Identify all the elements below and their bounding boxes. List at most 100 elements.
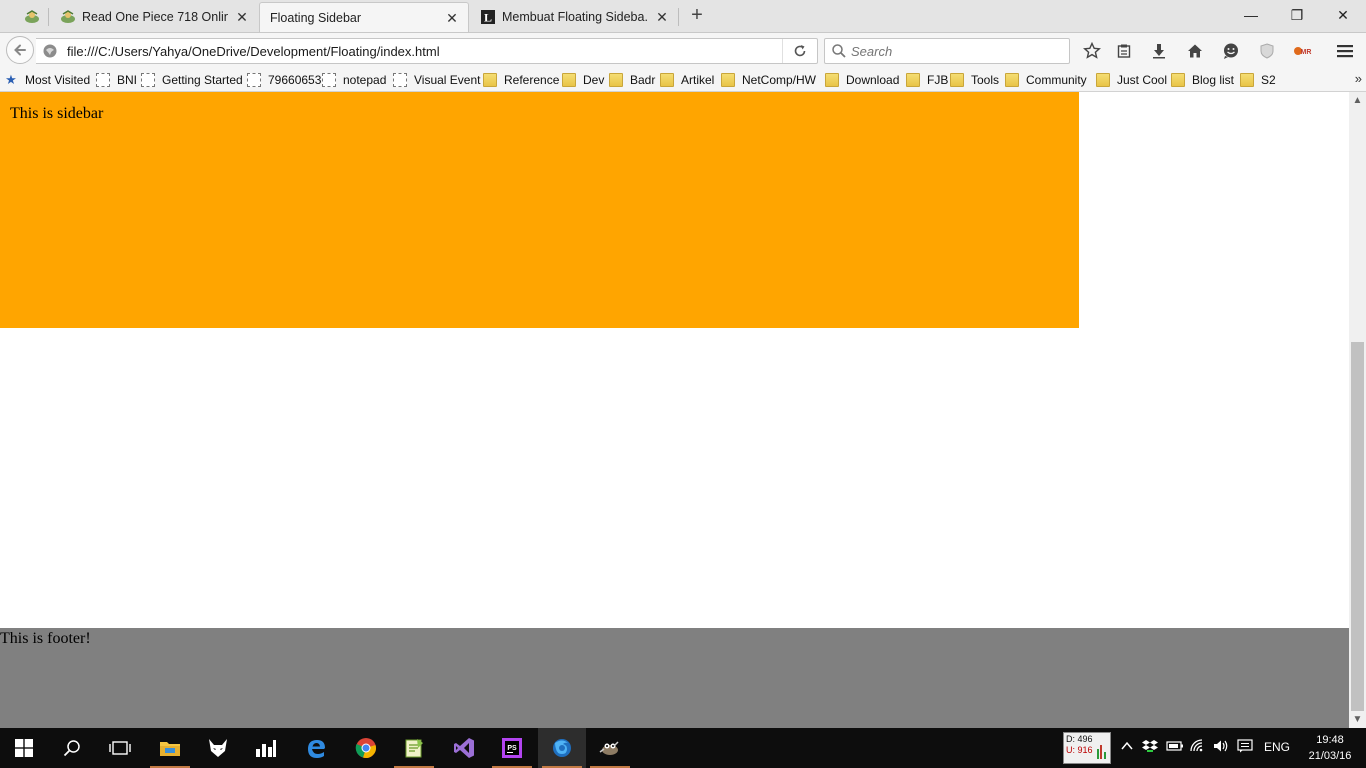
scroll-down-arrow-icon[interactable]: ▼	[1349, 711, 1366, 728]
navigation-toolbar: file:///C:/Users/Yahya/OneDrive/Developm…	[0, 32, 1366, 68]
close-tab-icon[interactable]: ✕	[654, 9, 670, 25]
taskbar-gimp[interactable]	[586, 728, 634, 768]
bookmark-folder-fjb[interactable]: FJB	[906, 72, 948, 88]
tab-label: Floating Sidebar	[270, 10, 362, 25]
show-hidden-icons-chevron-icon[interactable]	[1120, 739, 1134, 756]
bookmark-label: Community	[1026, 73, 1087, 87]
search-bar[interactable]	[824, 38, 1070, 64]
scrollbar-thumb[interactable]	[1351, 342, 1364, 711]
bookmark-notepad[interactable]: notepad	[322, 72, 386, 88]
bookmark-folder-blog-list[interactable]: Blog list	[1171, 72, 1234, 88]
search-input[interactable]	[851, 42, 1061, 60]
bookmark-bni[interactable]: BNI	[96, 72, 137, 88]
bookmark-folder-netcomp[interactable]: NetComp/HW	[721, 72, 816, 88]
bookmark-visual-event[interactable]: Visual Event	[393, 72, 481, 88]
network-graph-icon	[1097, 745, 1106, 759]
addon-badge-icon: MR	[1294, 47, 1311, 56]
notepad-plus-icon	[405, 739, 423, 758]
taskbar-file-explorer[interactable]	[146, 728, 194, 768]
close-tab-icon[interactable]: ✕	[234, 9, 250, 25]
taskbar-fox-app[interactable]	[194, 728, 242, 768]
bookmark-folder-just-cool[interactable]: Just Cool	[1096, 72, 1167, 88]
taskbar-phpstorm[interactable]: PS	[488, 728, 536, 768]
url-text[interactable]: file:///C:/Users/Yahya/OneDrive/Developm…	[67, 44, 440, 59]
search-icon	[63, 740, 80, 757]
site-identity-icon[interactable]	[42, 43, 58, 59]
battery-icon[interactable]	[1166, 740, 1184, 755]
bookmark-label: NetComp/HW	[742, 73, 817, 87]
bookmark-label: Artikel	[681, 73, 715, 87]
vertical-scrollbar[interactable]: ▲ ▼	[1349, 92, 1366, 728]
bookmark-label: Badr	[630, 73, 656, 87]
taskbar-edge[interactable]	[292, 728, 340, 768]
bookmarks-toolbar: ★ Most Visited BNI Getting Started 796606…	[0, 68, 1366, 92]
downloads-button[interactable]	[1145, 37, 1173, 65]
system-tray: ENG	[1116, 728, 1290, 768]
start-button[interactable]	[0, 728, 48, 768]
taskbar-notepadpp[interactable]	[390, 728, 438, 768]
page-icon	[141, 73, 155, 87]
taskbar-stats-app[interactable]	[242, 728, 290, 768]
cortana-search-button[interactable]	[48, 728, 96, 768]
home-button[interactable]	[1181, 37, 1209, 65]
taskbar-chrome[interactable]	[342, 728, 390, 768]
folder-icon	[1096, 73, 1110, 87]
close-window-button[interactable]: ✕	[1320, 0, 1366, 30]
leaf-favicon-icon	[60, 9, 76, 25]
chat-smiley-icon	[1224, 43, 1238, 59]
tab-pinned[interactable]	[14, 2, 50, 32]
url-bar[interactable]: file:///C:/Users/Yahya/OneDrive/Developm…	[36, 38, 818, 64]
svg-text:PS: PS	[507, 745, 517, 752]
addon-mr-button[interactable]: MR	[1289, 37, 1317, 65]
bookmark-getting-started[interactable]: Getting Started	[141, 72, 243, 88]
bookmark-folder-artikel[interactable]: Artikel	[660, 72, 714, 88]
reload-icon[interactable]	[782, 39, 817, 63]
menu-button[interactable]	[1331, 37, 1359, 65]
windows-taskbar: PS D: 496 U: 916 ENG 19:48 21/03/16	[0, 728, 1366, 768]
hello-button[interactable]	[1217, 37, 1245, 65]
bookmark-folder-download[interactable]: Download	[825, 72, 899, 88]
restore-button[interactable]: ❐	[1274, 0, 1320, 30]
task-view-button[interactable]	[96, 728, 144, 768]
shield-addon-button[interactable]	[1253, 37, 1281, 65]
back-arrow-icon	[14, 44, 26, 56]
bookmark-folder-badr[interactable]: Badr	[609, 72, 655, 88]
taskbar-visual-studio[interactable]	[440, 728, 488, 768]
new-tab-button[interactable]: +	[686, 5, 708, 27]
input-language-indicator[interactable]: ENG	[1264, 740, 1290, 754]
bar-chart-icon	[256, 740, 276, 757]
dropbox-icon[interactable]	[1142, 739, 1158, 756]
bookmark-star-button[interactable]	[1078, 37, 1106, 65]
network-meter-widget[interactable]: D: 496 U: 916	[1063, 732, 1111, 764]
close-tab-icon[interactable]: ✕	[444, 10, 460, 26]
bookmark-folder-community[interactable]: Community	[1005, 72, 1087, 88]
back-button[interactable]	[6, 36, 34, 64]
taskbar-clock[interactable]: 19:48 21/03/16	[1300, 732, 1360, 764]
bookmarks-overflow-chevron-icon[interactable]: »	[1355, 71, 1362, 86]
wifi-icon[interactable]	[1190, 739, 1206, 756]
taskbar-firefox-dev[interactable]	[538, 728, 586, 768]
tab-one-piece[interactable]: Read One Piece 718 Onlin... ✕	[50, 2, 258, 32]
leaf-favicon-icon	[24, 9, 40, 25]
tab-membuat-floating[interactable]: L Membuat Floating Sideba... ✕	[470, 2, 678, 32]
bookmark-label: FJB	[927, 73, 949, 87]
volume-icon[interactable]	[1213, 739, 1229, 756]
page-icon	[247, 73, 261, 87]
minimize-button[interactable]: —	[1228, 0, 1274, 30]
action-center-icon[interactable]	[1237, 739, 1253, 756]
scroll-up-arrow-icon[interactable]: ▲	[1349, 92, 1366, 109]
floating-sidebar: This is sidebar	[0, 92, 1079, 328]
folder-icon	[1005, 73, 1019, 87]
download-arrow-icon	[1153, 44, 1165, 59]
firefox-developer-icon	[553, 739, 571, 757]
bookmarks-menu-button[interactable]	[1110, 37, 1138, 65]
bookmark-folder-dev[interactable]: Dev	[562, 72, 604, 88]
clock-date: 21/03/16	[1308, 750, 1352, 762]
bookmark-folder-reference[interactable]: Reference	[483, 72, 559, 88]
bookmark-most-visited[interactable]: ★ Most Visited	[4, 72, 90, 88]
bookmark-folder-tools[interactable]: Tools	[950, 72, 999, 88]
bookmark-folder-s2[interactable]: S2	[1240, 72, 1276, 88]
phpstorm-icon: PS	[502, 738, 522, 758]
bookmark-79660653[interactable]: 79660653	[247, 72, 321, 88]
tab-floating-sidebar[interactable]: Floating Sidebar ✕	[259, 2, 469, 32]
